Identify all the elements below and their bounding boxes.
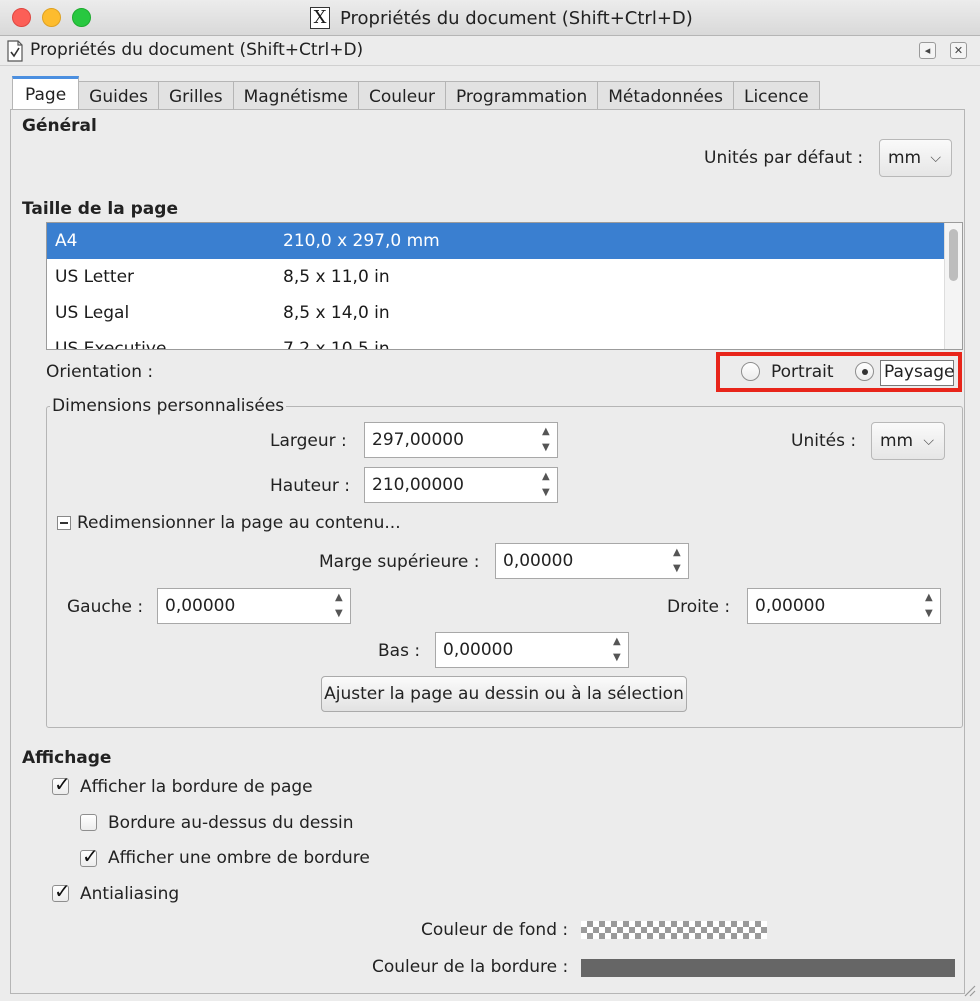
list-item[interactable]: A4 210,0 x 297,0 mm [47, 223, 962, 259]
border-shadow-label[interactable]: Afficher une ombre de bordure [108, 848, 370, 868]
antialiasing-label[interactable]: Antialiasing [80, 884, 179, 904]
tab-bar: Page Guides Grilles Magnétisme Couleur P… [12, 76, 820, 114]
checkmark-icon: ✓ [82, 844, 99, 868]
paper-name: US Letter [55, 267, 135, 287]
bg-color-label: Couleur de fond : [421, 920, 569, 940]
section-display-title: Affichage [22, 748, 112, 768]
paper-name: US Legal [55, 303, 130, 323]
margin-left-value: 0,00000 [165, 596, 236, 616]
margin-right-label: Droite : [667, 597, 731, 617]
decrement-icon[interactable]: ▼ [335, 609, 343, 619]
list-item[interactable]: US Letter 8,5 x 11,0 in [47, 259, 962, 295]
height-label: Hauteur : [270, 476, 350, 496]
x11-app-icon: X [310, 7, 330, 29]
section-general-title: Général [22, 116, 97, 136]
close-window-button[interactable] [12, 8, 31, 27]
margin-bottom-spinbox[interactable]: 0,00000 ▲ ▼ [435, 632, 629, 668]
margin-top-value: 0,00000 [503, 551, 574, 571]
show-border-label[interactable]: Afficher la bordure de page [80, 777, 313, 797]
border-color-label: Couleur de la bordure : [372, 957, 569, 977]
resize-to-content-label[interactable]: Redimensionner la page au contenu... [77, 513, 401, 533]
increment-icon[interactable]: ▲ [673, 548, 681, 558]
maximize-window-button[interactable] [72, 8, 91, 27]
margin-right-value: 0,00000 [755, 596, 826, 616]
document-properties-icon [7, 40, 23, 62]
antialiasing-checkbox[interactable]: ✓ [52, 879, 71, 903]
width-spinbox[interactable]: 297,00000 ▲ ▼ [364, 422, 558, 458]
default-units-value: mm [888, 148, 922, 168]
collapse-expander-icon[interactable] [57, 516, 71, 530]
show-border-checkbox[interactable]: ✓ [52, 772, 71, 796]
units-label: Unités : [791, 431, 857, 451]
border-color-swatch[interactable] [581, 959, 955, 977]
window-title-group: X Propriétés du document (Shift+Ctrl+D) [310, 6, 693, 30]
paper-size: 7,2 x 10,5 in [283, 339, 390, 350]
paper-name: A4 [55, 231, 78, 251]
height-value: 210,00000 [372, 475, 464, 495]
orientation-label: Orientation : [46, 362, 154, 382]
increment-icon[interactable]: ▲ [613, 637, 621, 647]
increment-icon[interactable]: ▲ [542, 427, 550, 437]
border-on-top-label[interactable]: Bordure au-dessus du dessin [108, 813, 354, 833]
chevron-down-icon: ⌵ [923, 433, 934, 449]
landscape-radio[interactable] [855, 362, 874, 381]
dock-close-icon[interactable]: ✕ [950, 42, 967, 59]
checkmark-icon: ✓ [54, 879, 71, 903]
margin-left-label: Gauche : [67, 597, 144, 617]
decrement-icon[interactable]: ▼ [673, 564, 681, 574]
dock-header: Propriétés du document (Shift+Ctrl+D) ◂ … [0, 36, 980, 66]
scrollbar-thumb[interactable] [949, 229, 958, 281]
height-spinbox[interactable]: 210,00000 ▲ ▼ [364, 467, 558, 503]
margin-left-spinbox[interactable]: 0,00000 ▲ ▼ [157, 588, 351, 624]
margin-bottom-label: Bas : [378, 641, 421, 661]
portrait-radio[interactable] [741, 362, 760, 381]
dock-collapse-icon[interactable]: ◂ [919, 42, 936, 59]
decrement-icon[interactable]: ▼ [925, 609, 933, 619]
paper-name: US Executive [55, 339, 167, 350]
units-value: mm [880, 431, 914, 451]
bg-color-swatch[interactable] [581, 921, 767, 939]
paper-size: 210,0 x 297,0 mm [283, 231, 440, 251]
section-page-size-title: Taille de la page [22, 199, 178, 219]
window-title: Propriétés du document (Shift+Ctrl+D) [340, 7, 693, 29]
portrait-label[interactable]: Portrait [771, 362, 834, 382]
units-select[interactable]: mm ⌵ [871, 422, 945, 460]
paper-size: 8,5 x 14,0 in [283, 303, 390, 323]
fit-page-button[interactable]: Ajuster la page au dessin ou à la sélect… [321, 676, 687, 712]
resize-grip-icon[interactable] [962, 983, 976, 997]
margin-top-label: Marge supérieure : [319, 552, 480, 572]
decrement-icon[interactable]: ▼ [542, 443, 550, 453]
minimize-window-button[interactable] [42, 8, 61, 27]
dock-title: Propriétés du document (Shift+Ctrl+D) [30, 40, 364, 60]
window-titlebar: X Propriétés du document (Shift+Ctrl+D) [0, 0, 980, 36]
paper-size: 8,5 x 11,0 in [283, 267, 390, 287]
checkmark-icon: ✓ [54, 772, 71, 796]
page-size-list[interactable]: A4 210,0 x 297,0 mm US Letter 8,5 x 11,0… [46, 222, 963, 350]
default-units-select[interactable]: mm ⌵ [879, 139, 952, 177]
decrement-icon[interactable]: ▼ [613, 653, 621, 663]
increment-icon[interactable]: ▲ [925, 593, 933, 603]
border-shadow-checkbox[interactable]: ✓ [80, 844, 99, 868]
increment-icon[interactable]: ▲ [335, 593, 343, 603]
margin-top-spinbox[interactable]: 0,00000 ▲ ▼ [495, 543, 689, 579]
list-item[interactable]: US Executive 7,2 x 10,5 in [47, 331, 962, 350]
decrement-icon[interactable]: ▼ [542, 488, 550, 498]
chevron-down-icon: ⌵ [930, 150, 941, 166]
margin-right-spinbox[interactable]: 0,00000 ▲ ▼ [747, 588, 941, 624]
increment-icon[interactable]: ▲ [542, 472, 550, 482]
width-value: 297,00000 [372, 430, 464, 450]
width-label: Largeur : [270, 431, 347, 451]
list-scrollbar[interactable] [944, 223, 962, 349]
border-on-top-checkbox[interactable] [80, 814, 97, 831]
default-units-label: Unités par défaut : [704, 148, 864, 168]
landscape-label[interactable]: Paysage [884, 362, 955, 382]
custom-dimensions-legend: Dimensions personnalisées [50, 396, 287, 416]
list-item[interactable]: US Legal 8,5 x 14,0 in [47, 295, 962, 331]
margin-bottom-value: 0,00000 [443, 640, 514, 660]
